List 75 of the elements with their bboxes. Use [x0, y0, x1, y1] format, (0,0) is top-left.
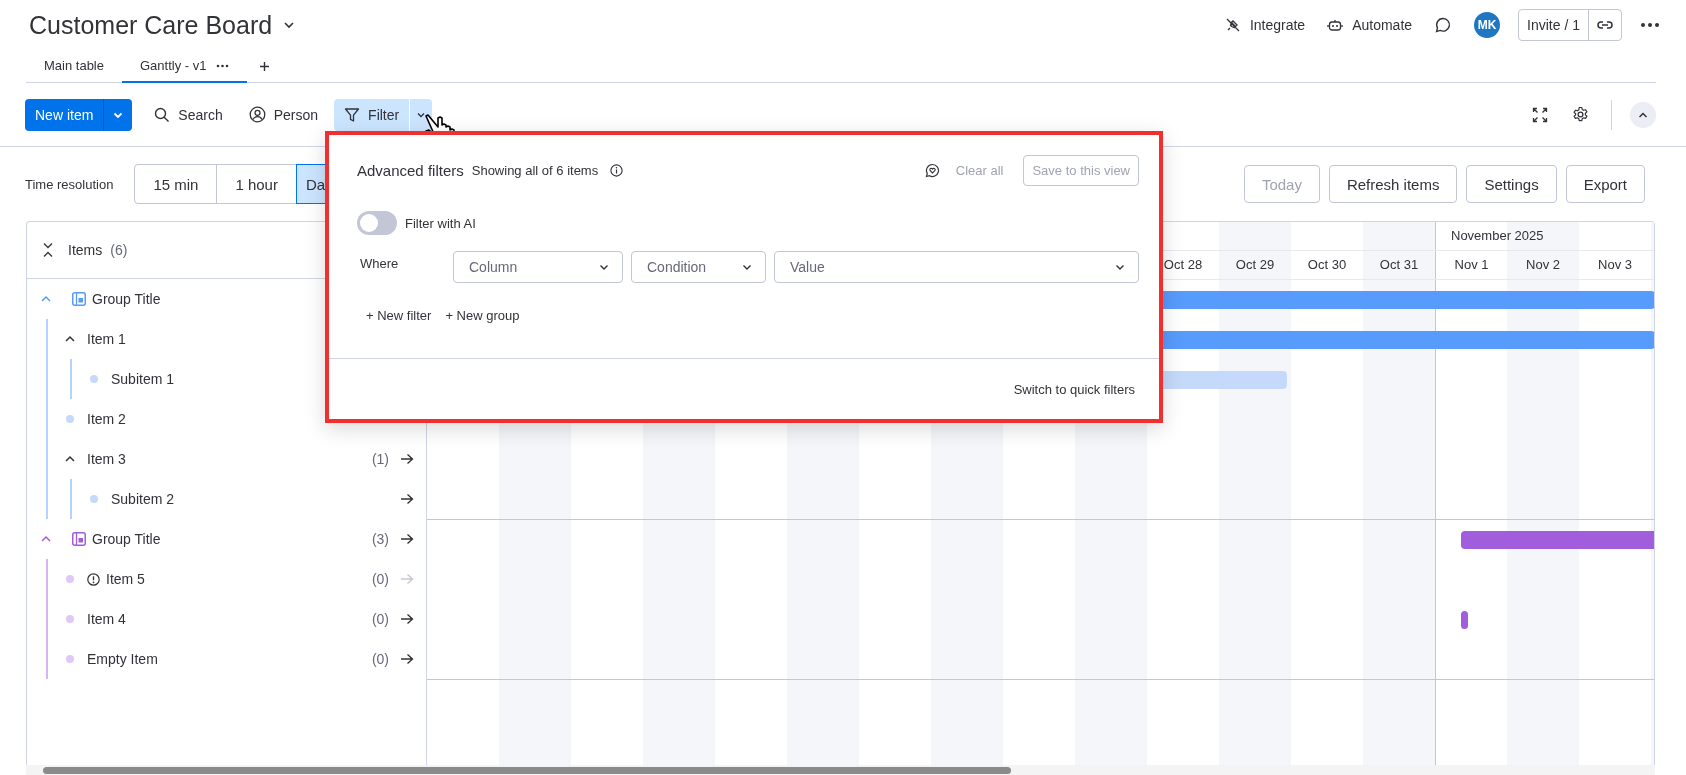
day-label: Nov 1 — [1435, 251, 1507, 279]
item-count: (1) — [371, 451, 389, 467]
item-name[interactable]: Item 2 — [87, 411, 126, 427]
action-button[interactable]: Settings — [1466, 165, 1557, 203]
resolution-option[interactable]: 15 min — [135, 165, 218, 203]
add-filter-link[interactable]: + New filter — [366, 307, 432, 323]
more-icon[interactable] — [216, 63, 230, 68]
invite-button[interactable]: Invite / 1 — [1519, 10, 1589, 40]
search-button[interactable]: Search — [144, 98, 233, 131]
item-name[interactable]: Item 3 — [87, 451, 126, 467]
switch-filters-link[interactable]: Switch to quick filters — [1013, 381, 1135, 397]
where-label: Where — [360, 255, 400, 271]
search-icon — [154, 106, 171, 123]
person-icon — [248, 106, 266, 123]
board-title[interactable]: Customer Care Board — [29, 10, 273, 40]
item-name[interactable]: Empty Item — [87, 651, 158, 667]
info-icon[interactable] — [610, 163, 624, 177]
item-name[interactable]: Subitem 1 — [111, 371, 175, 387]
condition-dropdown[interactable]: Condition — [631, 251, 766, 283]
heart-chat-icon[interactable] — [924, 162, 940, 178]
view-tab[interactable]: Main table — [26, 50, 122, 83]
ai-toggle[interactable] — [357, 211, 397, 235]
tree-line — [70, 479, 72, 519]
item-count: (0) — [371, 611, 389, 627]
group-title[interactable]: Group Title — [92, 531, 161, 547]
integrate-button[interactable]: Integrate — [1224, 17, 1306, 33]
item-name[interactable]: Subitem 2 — [111, 491, 175, 507]
new-item-button[interactable]: New item — [25, 98, 133, 131]
item-name[interactable]: Item 5 — [106, 571, 145, 587]
item-count: (0) — [371, 571, 389, 587]
arrow-right-icon[interactable] — [400, 613, 414, 625]
tree-line — [70, 359, 72, 399]
add-filter-link[interactable]: + New group — [445, 307, 520, 323]
robot-icon — [1327, 17, 1344, 33]
day-label: Oct 30 — [1306, 257, 1348, 272]
user-avatar[interactable]: MK — [1474, 12, 1501, 38]
group-title[interactable]: Group Title — [92, 291, 161, 307]
plus-icon[interactable] — [259, 60, 271, 72]
toggle-label: Filter with AI — [405, 215, 476, 231]
arrow-right-icon[interactable] — [400, 653, 414, 665]
items-count: (6) — [110, 242, 128, 258]
item-count: (3) — [371, 531, 389, 547]
filter-icon — [344, 106, 361, 123]
column-dropdown[interactable]: Column — [453, 251, 623, 283]
time-resolution-label: Time resolution — [25, 176, 114, 192]
month-label: November 2025 — [1451, 228, 1544, 243]
automate-button[interactable]: Automate — [1327, 17, 1413, 33]
items-label: Items — [68, 242, 103, 258]
day-label: Oct 28 — [1162, 257, 1204, 272]
settings-icon[interactable] — [1572, 106, 1589, 123]
person-button[interactable]: Person — [238, 98, 329, 131]
arrow-right-icon[interactable] — [400, 453, 414, 465]
item-name[interactable]: Item 1 — [87, 331, 126, 347]
day-label: Oct 29 — [1234, 257, 1276, 272]
filter-button[interactable]: Filter — [334, 98, 410, 131]
horizontal-scrollbar[interactable] — [26, 765, 1655, 775]
item-count: (0) — [371, 651, 389, 667]
day-label: Nov 2 — [1525, 257, 1561, 272]
arrow-right-icon[interactable] — [400, 493, 414, 505]
chat-icon[interactable] — [1434, 16, 1453, 34]
collapse-all-icon[interactable] — [42, 242, 54, 258]
fullscreen-icon[interactable] — [1532, 106, 1548, 123]
panel-title: Advanced filters — [357, 161, 464, 179]
plug-icon — [1224, 17, 1241, 33]
value-dropdown[interactable]: Value — [774, 251, 1139, 283]
view-tab[interactable]: Ganttly - v1 — [122, 50, 248, 83]
arrow-right-icon[interactable] — [400, 533, 414, 545]
more-icon[interactable] — [1640, 22, 1660, 28]
day-label: Oct 31 — [1378, 257, 1420, 272]
action-button[interactable]: Refresh items — [1328, 165, 1458, 203]
day-label: Nov 3 — [1597, 257, 1633, 272]
filter-summary: Showing all of 6 items — [471, 162, 599, 178]
gantt-bar[interactable] — [1461, 611, 1468, 629]
action-button[interactable]: Export — [1565, 165, 1645, 203]
item-name[interactable]: Item 4 — [87, 611, 126, 627]
